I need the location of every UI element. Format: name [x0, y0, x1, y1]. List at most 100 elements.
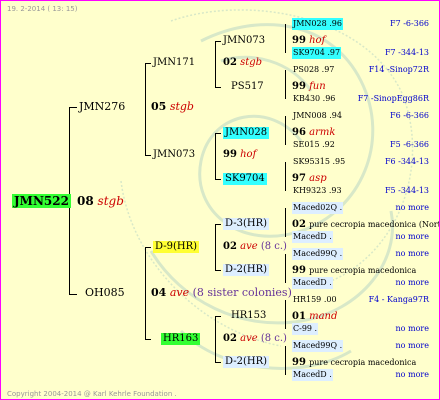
g4-colony[interactable]: KH9323 .93 — [292, 185, 343, 197]
g4-colony[interactable]: SE015 .92 — [292, 139, 336, 151]
connector — [285, 24, 286, 53]
connector — [285, 300, 286, 329]
g4-info: F6 -6-366 — [390, 111, 429, 120]
g4-year: 96 — [292, 127, 306, 138]
g4-colony[interactable]: MacedD . — [292, 277, 333, 289]
g4-origin: pure cecropia macedonica — [309, 266, 417, 275]
g4-info: F7 -SinopEgg86R — [357, 94, 429, 103]
connector — [285, 162, 286, 191]
g4-year: 99 — [292, 265, 306, 276]
connector — [145, 339, 151, 340]
dam-colony[interactable]: OH085 — [85, 287, 125, 299]
g4-year: 01 — [292, 311, 306, 322]
g4-info: F5 -344-13 — [384, 186, 429, 195]
g4-info: F6 -344-13 — [384, 157, 429, 166]
copyright: Copyright 2004-2014 @ Karl Kehrle Founda… — [7, 390, 177, 398]
g4-info: no more — [395, 249, 429, 258]
g4-colony[interactable]: JMN008 .94 — [292, 110, 343, 122]
g4-colony[interactable]: MacedD . — [292, 369, 333, 381]
dd-note: (8 c.) — [260, 333, 287, 344]
g4-origin: pure cecropia macedonica (North-Ma — [309, 220, 439, 229]
g4-colony[interactable]: Maced99Q . — [292, 340, 344, 352]
connector — [215, 87, 221, 88]
connector — [285, 346, 286, 375]
ds-colony[interactable]: D-9(HR) — [153, 241, 199, 253]
connector — [145, 247, 151, 248]
g4-info: no more — [395, 232, 429, 241]
g4-year: 99 — [292, 81, 306, 92]
dd-breeder: ave — [240, 333, 258, 344]
connector — [69, 294, 77, 295]
root-colony-id[interactable]: JMN522 — [12, 194, 71, 208]
g3-colony[interactable]: PS517 — [231, 81, 264, 93]
g3-colony[interactable]: D-2(HR) — [223, 356, 269, 368]
g4-colony[interactable]: PS028 .97 — [292, 64, 335, 76]
g4-year: 97 — [292, 173, 306, 184]
g4-colony[interactable]: C-99 . — [292, 323, 319, 335]
connector — [145, 155, 151, 156]
g4-colony[interactable]: SK9704 .97 — [292, 47, 342, 59]
pedigree-chart: 19. 2-2014 ( 13: 15) JMN522 08 stgb JMN2… — [0, 0, 440, 400]
root-year: 08 — [77, 194, 94, 208]
g4-breeder: armk — [309, 127, 336, 138]
sd-breeder: hof — [240, 149, 257, 160]
connector — [145, 63, 146, 155]
g3-colony[interactable]: D-3(HR) — [223, 218, 269, 230]
connector — [285, 116, 286, 145]
connector — [215, 133, 221, 134]
root-colony-code: 08 stgb — [77, 194, 124, 208]
g4-breeder: hof — [309, 35, 326, 46]
sire-code: 05 stgb — [151, 101, 194, 113]
g4-code: 99 hof — [292, 35, 325, 47]
ss-colony[interactable]: JMN171 — [153, 57, 195, 69]
dd-colony[interactable]: HR163 — [161, 333, 201, 345]
g4-colony[interactable]: KB430 .96 — [292, 93, 336, 105]
sire-year: 05 — [151, 100, 167, 113]
g4-code: 97 asp — [292, 173, 327, 185]
connector — [215, 270, 221, 271]
g4-info: no more — [395, 278, 429, 287]
g4-info: F5 -6-366 — [390, 140, 429, 149]
g4-info: no more — [395, 341, 429, 350]
connector — [215, 133, 216, 179]
g4-colony[interactable]: JMN028 .96 — [292, 18, 343, 30]
g4-code: 99 fun — [292, 81, 326, 93]
g3-colony[interactable]: JMN073 — [223, 35, 265, 47]
connector — [215, 179, 221, 180]
g4-colony[interactable]: Maced99Q . — [292, 248, 344, 260]
dam-sister-note: (8 sister colonies) — [192, 286, 292, 299]
sd-year: 99 — [223, 149, 237, 160]
ds-note: (8 c.) — [260, 241, 287, 252]
dd-year: 02 — [223, 333, 237, 344]
g3-colony[interactable]: HR153 — [231, 310, 266, 322]
connector — [215, 362, 221, 363]
ss-year: 02 — [223, 57, 237, 68]
g4-breeder: mand — [309, 311, 338, 322]
g4-code: 96 armk — [292, 127, 335, 139]
g3-colony[interactable]: D-2(HR) — [223, 264, 269, 276]
connector — [145, 247, 146, 339]
g3-colony[interactable]: JMN028 — [223, 127, 270, 139]
root-breeder: stgb — [97, 194, 124, 208]
g4-info: no more — [395, 370, 429, 379]
dam-breeder: ave — [169, 286, 190, 299]
g4-code: 99 pure cecropia macedonica — [292, 265, 416, 277]
g3-colony[interactable]: SK9704 — [223, 173, 267, 185]
g4-info: F7 -344-13 — [384, 48, 429, 57]
connector — [285, 70, 286, 99]
ss-breeder: stgb — [240, 57, 263, 68]
g4-year: 02 — [292, 219, 306, 230]
sire-breeder: stgb — [169, 100, 194, 113]
connector — [285, 208, 286, 237]
dam-code: 04 ave (8 sister colonies) — [151, 287, 292, 299]
sd-colony[interactable]: JMN073 — [153, 149, 195, 161]
g4-colony[interactable]: SK95315 .95 — [292, 156, 346, 168]
g4-colony[interactable]: Maced02Q . — [292, 202, 344, 214]
sire-colony[interactable]: JMN276 — [79, 101, 125, 113]
dam-year: 04 — [151, 286, 167, 299]
print-date: 19. 2-2014 ( 13: 15) — [7, 5, 78, 13]
g4-colony[interactable]: MacedD . — [292, 231, 333, 243]
connector — [215, 41, 221, 42]
g4-colony[interactable]: HR159 .00 — [292, 294, 338, 306]
connector — [215, 224, 221, 225]
